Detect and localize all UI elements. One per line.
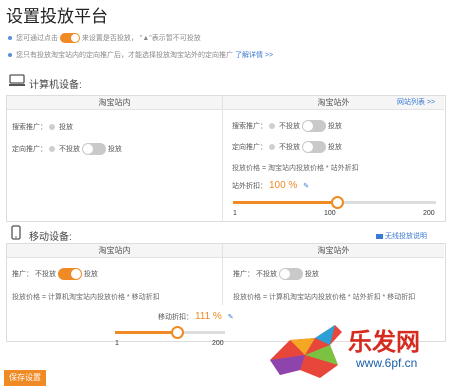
computer-col-inside: 淘宝站内	[7, 96, 222, 110]
discount-slider-handle[interactable]	[331, 196, 344, 209]
edit-icon[interactable]: ✎	[228, 314, 234, 321]
discount-slider-fill	[233, 201, 337, 204]
watermark-url: www.6pf.cn	[356, 356, 418, 370]
status-text: 不投放	[278, 122, 300, 130]
site-list-link[interactable]: 网站列表 >>	[397, 97, 435, 107]
row-label: 搜索推广：	[12, 124, 47, 131]
help-icon[interactable]	[49, 146, 55, 152]
mobile-col-inside: 淘宝站内	[7, 244, 222, 258]
outside-directed-row: 定向推广： 不投放 投放	[232, 141, 342, 153]
save-button[interactable]: 保存设置	[4, 370, 46, 386]
watermark-logo: 乐发网 www.6pf.cn	[260, 318, 445, 386]
directed-toggle[interactable]	[81, 143, 106, 155]
computer-icon	[9, 74, 25, 92]
mobile-discount-slider-handle[interactable]	[171, 326, 184, 339]
video-icon	[376, 233, 383, 239]
wireless-info-link[interactable]: 无线投放说明	[376, 231, 427, 241]
action-text: 投放	[107, 145, 122, 153]
action-text: 投放	[327, 122, 342, 130]
status-text: 不投放	[255, 270, 277, 278]
mobile-slider-min: 1	[115, 340, 119, 347]
mobile-col-outside: 淘宝站外	[223, 244, 444, 258]
mobile-outside-toggle[interactable]	[278, 268, 303, 280]
tip-line-1: 您可通过点击 来设置是否投放， "▲"表示暂不可投放	[8, 33, 201, 44]
mobile-outside-row: 推广： 不投放 投放	[233, 268, 319, 280]
row-label: 推广：	[233, 270, 254, 278]
status-text: 不投放	[58, 145, 80, 153]
edit-icon[interactable]: ✎	[303, 183, 309, 190]
status-text: 不投放	[34, 270, 56, 278]
discount-label: 站外折扣：	[232, 183, 267, 190]
mobile-outside-formula: 投放价格 = 计算机淘宝站内投放价格 * 站外折扣 * 移动折扣	[233, 294, 416, 301]
watermark-brand: 乐发网	[348, 327, 420, 356]
mobile-discount-slider-fill	[115, 331, 177, 334]
help-icon[interactable]	[269, 123, 275, 129]
mobile-inside-formula: 投放价格 = 计算机淘宝站内投放价格 * 移动折扣	[12, 294, 160, 301]
tip-text: 您只有投放淘宝站内的定向推广后，才能选择投放淘宝站外的定向推广	[16, 52, 233, 59]
mobile-inside-toggle[interactable]	[57, 268, 82, 280]
action-text: 投放	[304, 270, 319, 278]
outside-search-row: 搜索推广： 不投放 投放	[232, 120, 342, 132]
row-label: 推广：	[12, 270, 33, 278]
discount-label: 移动折扣：	[158, 314, 193, 321]
tip-text: 您可通过点击	[16, 35, 58, 42]
learn-more-link[interactable]: 了解详情 >>	[235, 52, 273, 59]
slider-mid: 100	[324, 210, 336, 217]
bull-logo-icon	[270, 325, 342, 378]
discount-row: 站外折扣： 100 % ✎	[232, 180, 309, 191]
page-title: 设置投放平台	[6, 7, 108, 26]
computer-directed-row: 定向推广： 不投放 投放	[12, 143, 122, 155]
wireless-info-text: 无线投放说明	[384, 233, 427, 240]
row-label: 定向推广：	[12, 145, 47, 153]
mobile-discount-row: 移动折扣： 111 % ✎	[158, 311, 234, 322]
tip-line-2: 您只有投放淘宝站内的定向推广后，才能选择投放淘宝站外的定向推广 了解详情 >>	[8, 50, 273, 60]
discount-value: 111 %	[194, 311, 222, 322]
demo-toggle	[59, 33, 80, 44]
outside-search-toggle[interactable]	[301, 120, 326, 132]
computer-section-heading: 计算机设备:	[29, 80, 82, 91]
price-formula: 投放价格 = 淘宝站内投放价格 * 站外折扣	[232, 165, 359, 172]
computer-search-row: 搜索推广： 投放	[12, 122, 73, 132]
help-icon[interactable]	[49, 124, 55, 131]
status-text: 投放	[58, 124, 73, 131]
discount-value: 100 %	[268, 180, 298, 191]
status-text: 不投放	[278, 143, 300, 151]
row-label: 搜索推广：	[232, 122, 267, 130]
mobile-inside-row: 推广： 不投放 投放	[12, 268, 98, 280]
action-text: 投放	[327, 143, 342, 151]
slider-min: 1	[233, 210, 237, 217]
outside-directed-toggle[interactable]	[301, 141, 326, 153]
help-icon[interactable]	[269, 144, 275, 150]
tip-text: "▲"表示暂不可投放	[139, 35, 201, 42]
row-label: 定向推广：	[232, 143, 267, 151]
mobile-section-heading: 移动设备:	[29, 232, 72, 243]
action-text: 投放	[83, 270, 98, 278]
bullet-icon	[8, 36, 12, 41]
slider-max: 200	[423, 210, 435, 217]
mobile-icon	[11, 225, 21, 245]
mobile-slider-max: 200	[212, 340, 224, 347]
tip-text: 来设置是否投放，	[81, 35, 138, 42]
bullet-icon	[8, 53, 12, 58]
